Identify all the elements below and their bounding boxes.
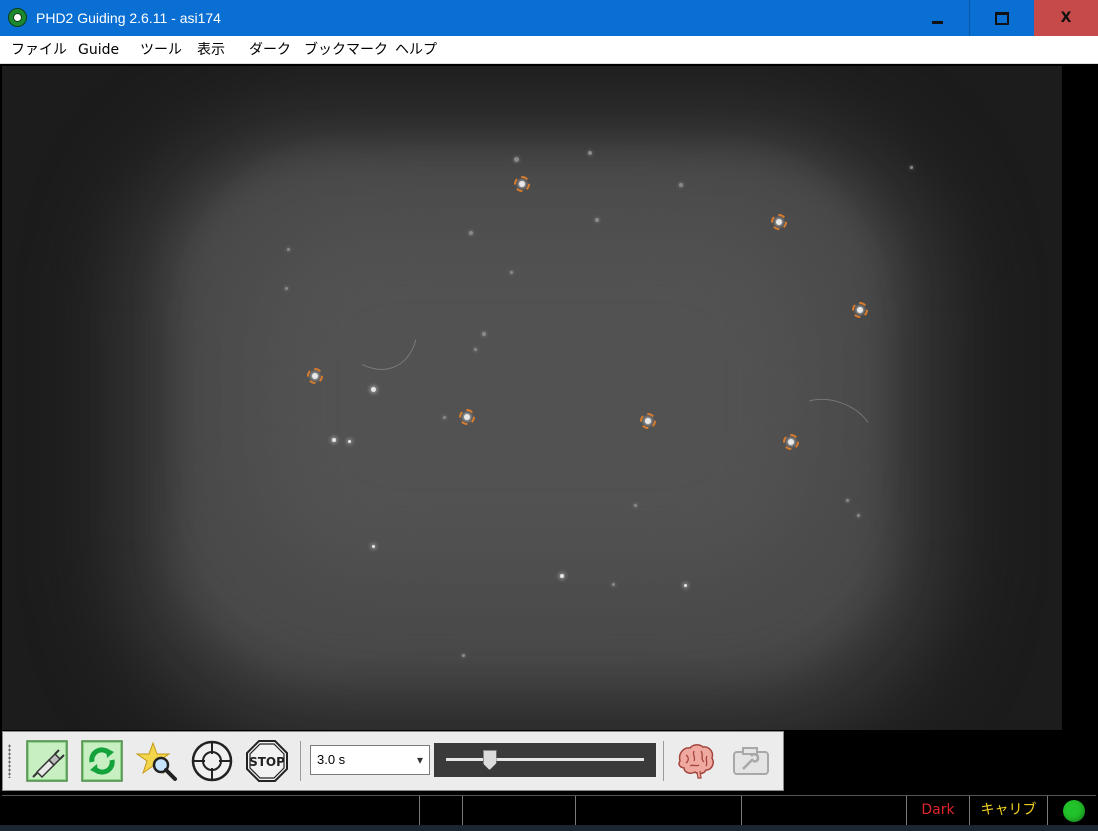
loop-icon bbox=[81, 740, 123, 782]
guide-star-marker[interactable] bbox=[783, 434, 799, 450]
menu-guide[interactable]: Guide bbox=[78, 41, 119, 59]
title-bar: PHD2 Guiding 2.6.11 - asi174 X bbox=[0, 0, 1098, 36]
camera-wrench-icon bbox=[733, 747, 769, 775]
guide-star-marker[interactable] bbox=[771, 214, 787, 230]
menu-dark[interactable]: ダーク bbox=[249, 41, 291, 59]
maximize-icon bbox=[995, 11, 1009, 25]
star bbox=[588, 151, 592, 155]
stop-sign-icon: STOP bbox=[246, 740, 288, 782]
connection-status-led-icon bbox=[1063, 800, 1085, 822]
camera-settings-button[interactable] bbox=[729, 739, 773, 783]
star bbox=[287, 248, 290, 251]
star bbox=[910, 166, 913, 169]
auto-select-star-button[interactable] bbox=[135, 739, 179, 783]
usb-plug-icon bbox=[26, 740, 68, 782]
status-cell-empty bbox=[462, 796, 575, 825]
exposure-duration-select[interactable]: 3.0 s ▾ bbox=[310, 745, 430, 775]
star bbox=[372, 545, 375, 548]
star bbox=[371, 387, 376, 392]
guide-star-marker[interactable] bbox=[514, 176, 530, 192]
stop-label: STOP bbox=[249, 755, 285, 769]
star bbox=[634, 504, 637, 507]
start-guiding-button[interactable] bbox=[190, 739, 234, 783]
star bbox=[510, 271, 513, 274]
star bbox=[595, 218, 599, 222]
guide-star-marker[interactable] bbox=[307, 368, 323, 384]
status-dark-indicator: Dark bbox=[906, 796, 969, 825]
slider-track[interactable] bbox=[446, 758, 644, 761]
exposure-value: 3.0 s bbox=[317, 752, 346, 767]
menu-tools[interactable]: ツール bbox=[140, 41, 182, 59]
phd2-app-icon bbox=[8, 8, 27, 27]
star bbox=[443, 416, 446, 419]
crosshair-icon bbox=[191, 740, 233, 782]
star bbox=[474, 348, 477, 351]
minimize-icon bbox=[931, 20, 943, 24]
guide-star-marker[interactable] bbox=[852, 302, 868, 318]
status-calibration-indicator: キャリブ bbox=[969, 796, 1047, 825]
guide-star-marker[interactable] bbox=[459, 409, 475, 425]
connect-equipment-button[interactable] bbox=[25, 739, 69, 783]
close-button[interactable]: X bbox=[1034, 0, 1098, 36]
star bbox=[469, 231, 473, 235]
status-cell-empty bbox=[575, 796, 741, 825]
brain-settings-button[interactable] bbox=[674, 739, 718, 783]
menu-bookmarks[interactable]: ブックマーク bbox=[304, 41, 388, 59]
chevron-down-icon[interactable]: ▾ bbox=[417, 753, 423, 767]
toolbar-separator bbox=[663, 741, 664, 781]
minimize-button[interactable] bbox=[905, 0, 969, 36]
maximize-button[interactable] bbox=[969, 0, 1034, 36]
close-icon: X bbox=[1060, 10, 1072, 26]
star bbox=[482, 332, 486, 336]
star bbox=[857, 514, 860, 517]
brain-icon bbox=[678, 744, 714, 779]
star bbox=[514, 157, 519, 162]
star bbox=[285, 287, 288, 290]
toolbar-grip[interactable] bbox=[8, 744, 11, 778]
window-bottom-border bbox=[0, 825, 1098, 831]
guide-star-marker[interactable] bbox=[640, 413, 656, 429]
gamma-slider[interactable] bbox=[434, 743, 656, 777]
star bbox=[612, 583, 615, 586]
right-black-strip bbox=[1062, 66, 1098, 730]
toolbar-separator bbox=[300, 741, 301, 781]
menu-view[interactable]: 表示 bbox=[197, 41, 225, 59]
status-cell-empty bbox=[741, 796, 906, 825]
main-toolbar: STOP 3.0 s ▾ bbox=[2, 731, 784, 791]
menu-bar: ファイル Guide ツール 表示 ダーク ブックマーク ヘルプ bbox=[0, 36, 1098, 64]
camera-image-view[interactable] bbox=[2, 66, 1062, 730]
menu-help[interactable]: ヘルプ bbox=[395, 41, 437, 59]
menu-file[interactable]: ファイル bbox=[11, 41, 67, 59]
slider-thumb[interactable] bbox=[482, 750, 497, 770]
star bbox=[332, 438, 336, 442]
star bbox=[846, 499, 849, 502]
status-cell-empty bbox=[419, 796, 462, 825]
star bbox=[560, 574, 564, 578]
star bbox=[462, 654, 465, 657]
loop-exposures-button[interactable] bbox=[80, 739, 124, 783]
window-title: PHD2 Guiding 2.6.11 - asi174 bbox=[36, 10, 221, 26]
star bbox=[679, 183, 683, 187]
star-magnifier-icon bbox=[135, 741, 177, 781]
star bbox=[348, 440, 351, 443]
stop-button[interactable]: STOP bbox=[245, 739, 289, 783]
star bbox=[684, 584, 687, 587]
status-bar: Dark キャリブ bbox=[2, 795, 1096, 825]
